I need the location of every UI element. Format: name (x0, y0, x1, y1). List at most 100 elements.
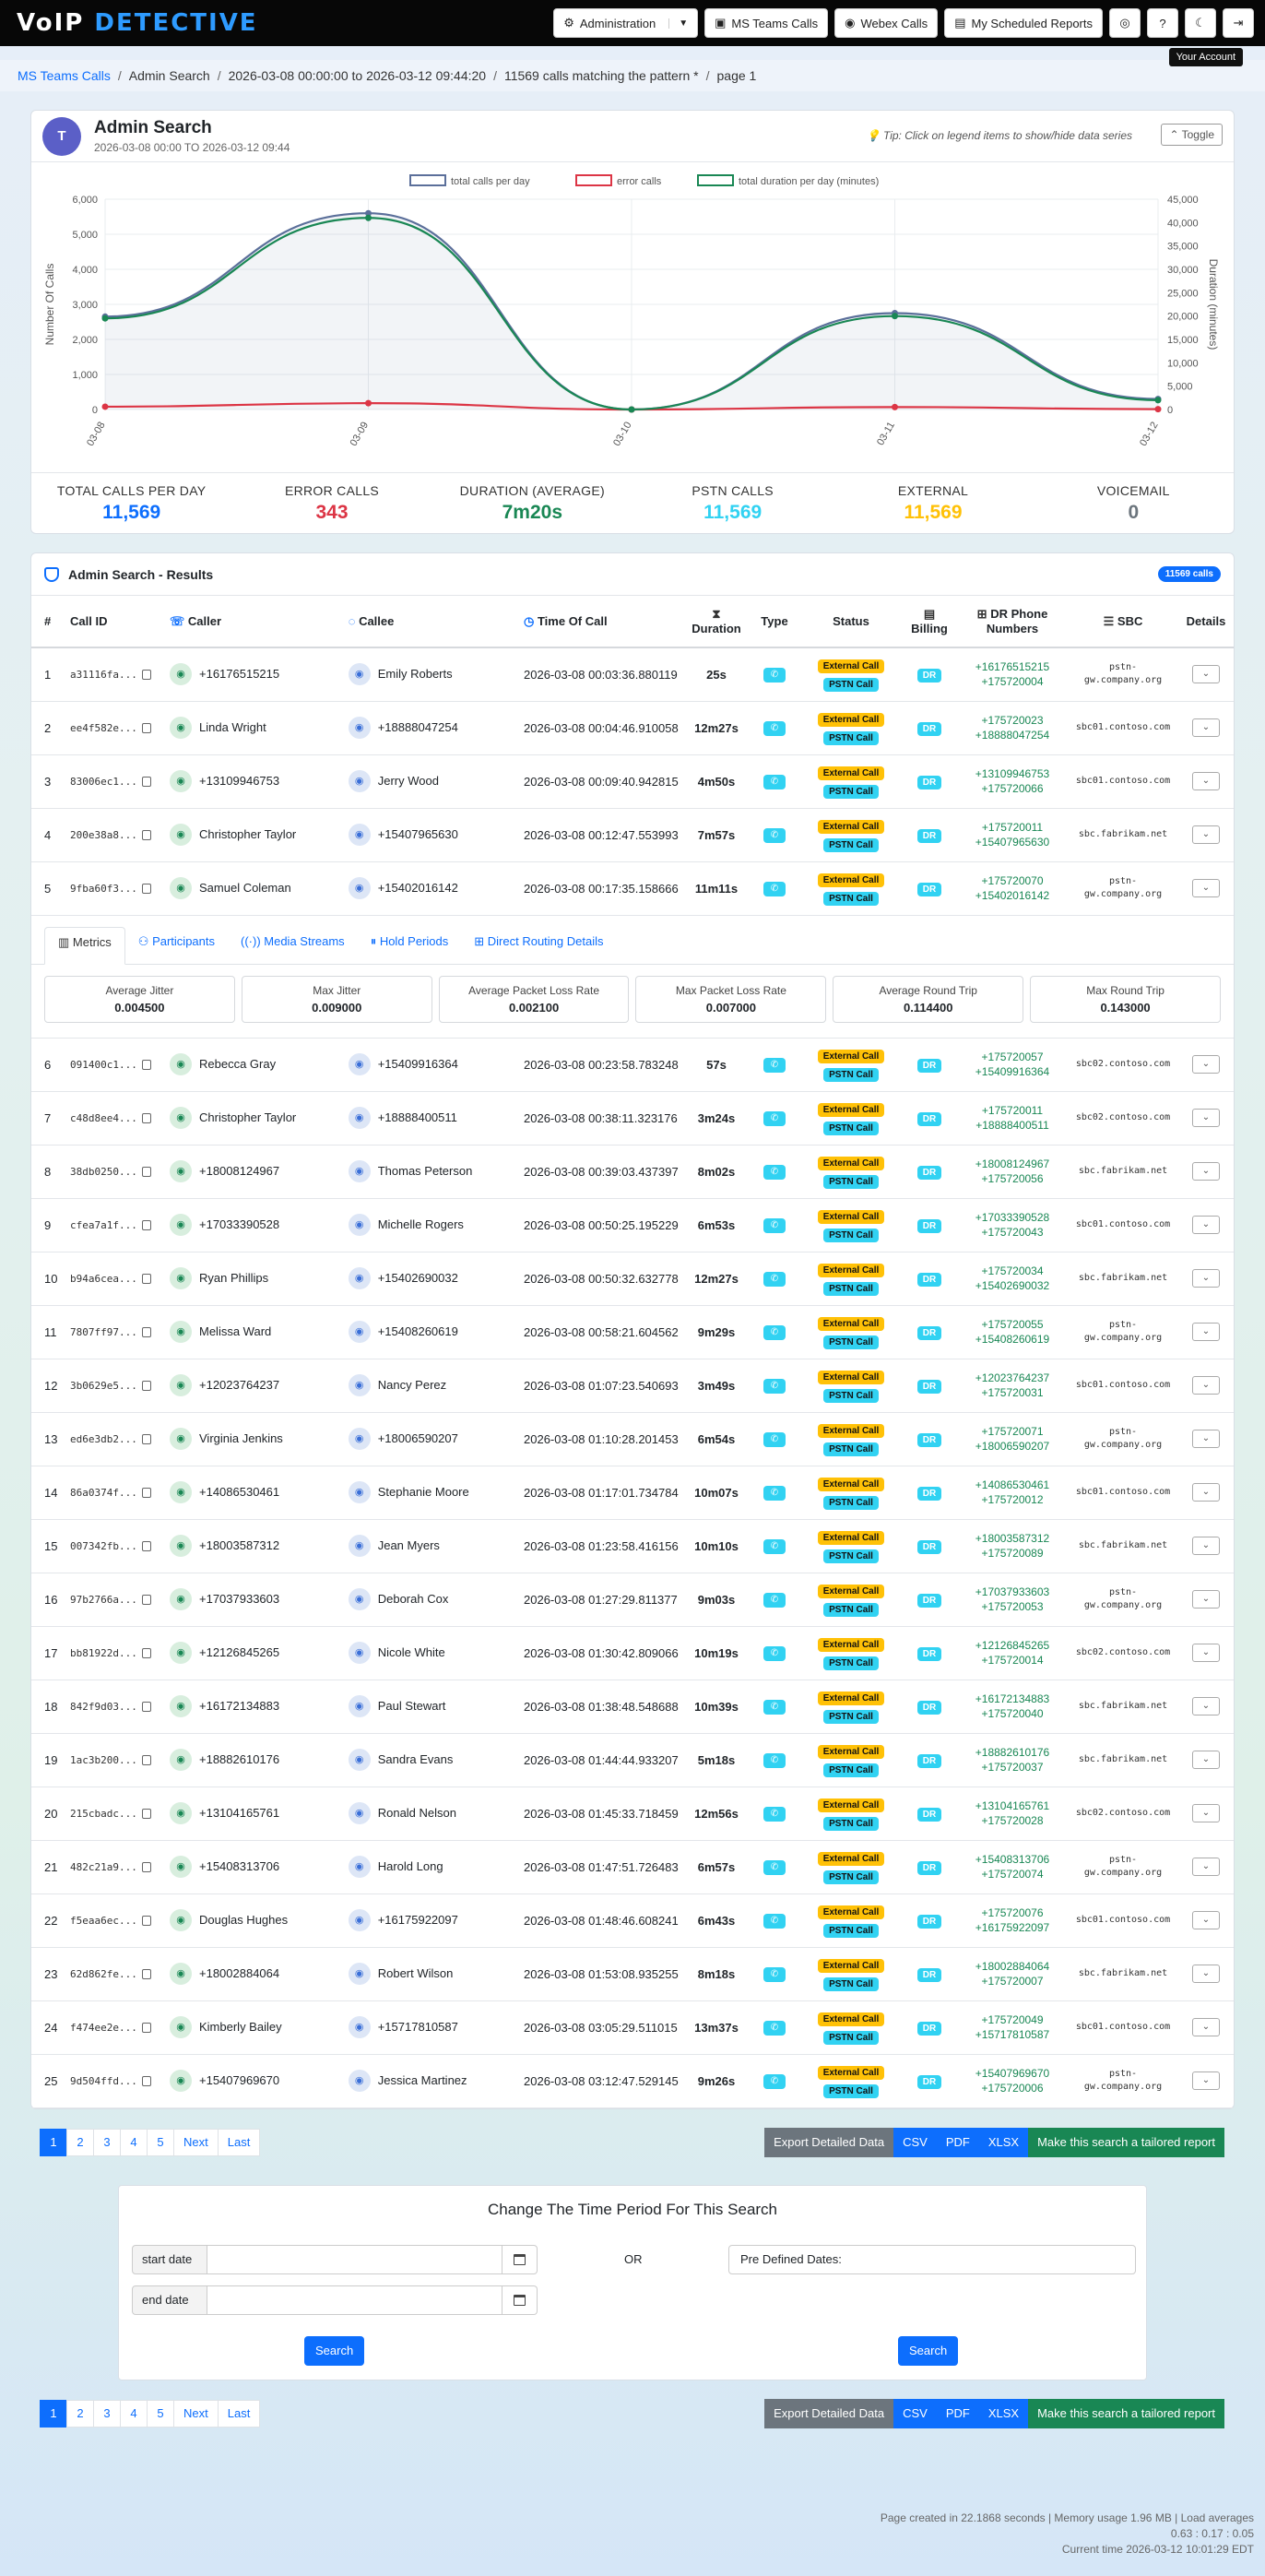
copy-icon[interactable] (141, 1916, 151, 1926)
expand-chevron-button[interactable]: ⌄ (1192, 1644, 1220, 1662)
copy-icon[interactable] (141, 1274, 151, 1284)
page-2[interactable]: 2 (66, 2399, 94, 2428)
start-date-input[interactable] (207, 2244, 502, 2274)
copy-icon[interactable] (141, 1060, 151, 1070)
page-last[interactable]: Last (217, 2399, 261, 2428)
copy-icon[interactable] (141, 1702, 151, 1712)
expand-chevron-button[interactable]: ⌄ (1192, 718, 1220, 737)
end-date-input[interactable] (207, 2285, 502, 2315)
expand-chevron-button[interactable]: ⌄ (1192, 1751, 1220, 1769)
page-1[interactable]: 1 (40, 2399, 67, 2428)
end-date-calendar-button[interactable] (502, 2285, 538, 2315)
expand-chevron-button[interactable]: ⌄ (1192, 1911, 1220, 1929)
phone-icon: ✆ (763, 1058, 786, 1073)
search-button-predefined[interactable]: Search (898, 2335, 959, 2366)
export-detailed-button[interactable]: Export Detailed Data (764, 2127, 894, 2157)
expand-chevron-button[interactable]: ⌄ (1192, 1804, 1220, 1822)
billing-cell: DR (902, 1359, 957, 1413)
expand-chevron-button[interactable]: ⌄ (1192, 1109, 1220, 1127)
copy-icon[interactable] (141, 1648, 151, 1658)
expand-chevron-button[interactable]: ⌄ (1192, 1858, 1220, 1876)
breadcrumb-ms-teams[interactable]: MS Teams Calls (18, 68, 111, 83)
page-4[interactable]: 4 (120, 2399, 148, 2428)
copy-icon[interactable] (141, 777, 151, 787)
expand-chevron-button[interactable]: ⌄ (1192, 2071, 1220, 2090)
copy-icon[interactable] (141, 1220, 151, 1230)
expand-chevron-button[interactable]: ⌄ (1192, 1269, 1220, 1288)
predefined-dates-select[interactable]: Pre Defined Dates: (728, 2244, 1136, 2274)
expand-chevron-button[interactable]: ⌄ (1192, 879, 1220, 897)
page-2[interactable]: 2 (66, 2128, 94, 2156)
expand-chevron-button[interactable]: ⌄ (1192, 772, 1220, 790)
copy-icon[interactable] (141, 1969, 151, 1979)
expand-chevron-button[interactable]: ⌄ (1192, 665, 1220, 684)
copy-icon[interactable] (141, 1541, 151, 1551)
administration-dropdown[interactable]: ⚙ Administration ▼ (553, 8, 699, 38)
expand-chevron-button[interactable]: ⌄ (1192, 1376, 1220, 1395)
help-button[interactable]: ? (1147, 8, 1178, 38)
page-3[interactable]: 3 (93, 2128, 121, 2156)
page-5[interactable]: 5 (147, 2128, 174, 2156)
expand-chevron-button[interactable]: ⌄ (1192, 1430, 1220, 1448)
account-button[interactable]: ◎ (1109, 8, 1141, 38)
copy-icon[interactable] (141, 2076, 151, 2086)
copy-icon[interactable] (141, 2023, 151, 2033)
copy-icon[interactable] (141, 723, 151, 733)
expand-chevron-button[interactable]: ⌄ (1192, 1216, 1220, 1234)
expand-chevron-button[interactable]: ⌄ (1192, 1323, 1220, 1341)
copy-icon[interactable] (141, 670, 151, 681)
copy-icon[interactable] (141, 884, 151, 894)
export-xlsx-button[interactable]: XLSX (978, 2127, 1029, 2157)
expand-chevron-button[interactable]: ⌄ (1192, 1537, 1220, 1555)
copy-icon[interactable] (141, 1862, 151, 1872)
export-detailed-button[interactable]: Export Detailed Data (764, 2398, 894, 2428)
copy-icon[interactable] (141, 1595, 151, 1605)
search-button-dates[interactable]: Search (304, 2335, 365, 2366)
copy-icon[interactable] (141, 1113, 151, 1123)
copy-icon[interactable] (141, 1167, 151, 1177)
expand-chevron-button[interactable]: ⌄ (1192, 1697, 1220, 1715)
copy-icon[interactable] (141, 1327, 151, 1337)
tab-0[interactable]: ▥ Metrics (44, 926, 125, 965)
page-1[interactable]: 1 (40, 2128, 67, 2156)
expand-chevron-button[interactable]: ⌄ (1192, 1965, 1220, 1983)
export-xlsx-button[interactable]: XLSX (978, 2398, 1029, 2428)
page-next[interactable]: Next (173, 2399, 219, 2428)
start-date-calendar-button[interactable] (502, 2244, 538, 2274)
tab-4[interactable]: ⊞ Direct Routing Details (461, 927, 616, 956)
tab-2[interactable]: ((·)) Media Streams (228, 927, 358, 956)
dark-mode-button[interactable]: ☾ (1185, 8, 1216, 38)
expand-chevron-button[interactable]: ⌄ (1192, 825, 1220, 844)
export-pdf-button[interactable]: PDF (936, 2127, 979, 2157)
tab-1[interactable]: ⚇ Participants (125, 927, 228, 956)
tailored-report-button[interactable]: Make this search a tailored report (1028, 2398, 1224, 2428)
copy-icon[interactable] (141, 1434, 151, 1444)
expand-chevron-button[interactable]: ⌄ (1192, 1055, 1220, 1074)
page-4[interactable]: 4 (120, 2128, 148, 2156)
expand-chevron-button[interactable]: ⌄ (1192, 1590, 1220, 1609)
app-logo[interactable]: VoIP DETECTIVE (17, 9, 258, 37)
toggle-chart-button[interactable]: ⌃ Toggle (1161, 124, 1223, 146)
expand-chevron-button[interactable]: ⌄ (1192, 2018, 1220, 2036)
copy-icon[interactable] (141, 1488, 151, 1498)
copy-icon[interactable] (141, 1381, 151, 1391)
export-pdf-button[interactable]: PDF (936, 2398, 979, 2428)
export-csv-button[interactable]: CSV (893, 2398, 937, 2428)
expand-chevron-button[interactable]: ⌄ (1192, 1162, 1220, 1181)
copy-icon[interactable] (141, 1809, 151, 1819)
page-5[interactable]: 5 (147, 2399, 174, 2428)
scheduled-reports-button[interactable]: ▤ My Scheduled Reports (944, 8, 1103, 38)
logout-button[interactable]: ⇥ (1223, 8, 1254, 38)
copy-icon[interactable] (141, 830, 151, 840)
page-3[interactable]: 3 (93, 2399, 121, 2428)
expand-chevron-button[interactable]: ⌄ (1192, 1483, 1220, 1502)
page-last[interactable]: Last (217, 2128, 261, 2156)
page-next[interactable]: Next (173, 2128, 219, 2156)
export-csv-button[interactable]: CSV (893, 2127, 937, 2157)
ms-teams-calls-button[interactable]: ▣ MS Teams Calls (704, 8, 829, 38)
tab-3[interactable]: ⏸ Hold Periods (358, 927, 462, 956)
table-row: 18 842f9d03... ◉ +16172134883 ◉ Paul Stewart 2… (31, 1680, 1234, 1734)
copy-icon[interactable] (141, 1755, 151, 1765)
webex-calls-button[interactable]: ◉ Webex Calls (834, 8, 939, 38)
tailored-report-button[interactable]: Make this search a tailored report (1028, 2127, 1224, 2157)
